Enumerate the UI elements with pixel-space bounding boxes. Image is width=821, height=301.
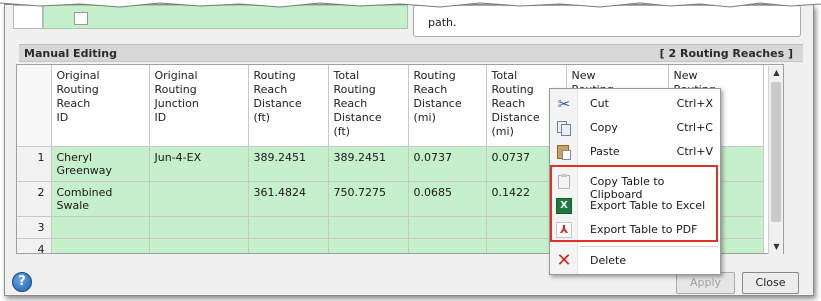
table-cell[interactable]: Combined Swale — [51, 181, 150, 217]
table-cell[interactable] — [248, 216, 329, 239]
table-cell[interactable] — [408, 216, 487, 239]
table-cell[interactable] — [328, 238, 409, 253]
menu-item-shortcut: Ctrl+X — [676, 97, 713, 110]
table-cell[interactable]: 750.7275 — [328, 181, 409, 217]
table-cell[interactable]: 0.0685 — [408, 181, 487, 217]
table-cell[interactable] — [51, 216, 150, 239]
menu-item-label: Cut — [590, 97, 609, 110]
scroll-down-arrow-icon[interactable]: ▼ — [769, 240, 784, 254]
grid-vertical-scrollbar[interactable]: ▲ ▼ — [768, 66, 783, 254]
table-cell[interactable] — [149, 181, 249, 217]
apply-button[interactable]: Apply — [676, 272, 735, 294]
grid-context-menu: ✂ Cut Ctrl+X Copy Ctrl+C Paste Ctrl+V Co… — [549, 88, 721, 275]
menu-item-label: Paste — [590, 145, 620, 158]
description-text: path. — [428, 16, 457, 29]
menu-item-shortcut: Ctrl+C — [676, 121, 713, 134]
column-header[interactable]: Total Routing Reach Distance (ft) — [328, 65, 409, 147]
column-header[interactable]: Routing Reach Distance (ft) — [248, 65, 329, 147]
column-header[interactable]: Original Routing Reach ID — [51, 65, 150, 147]
row-number: 1 — [17, 146, 52, 182]
column-header[interactable]: Original Routing Junction ID — [149, 65, 249, 147]
menu-item-copy[interactable]: Copy Ctrl+C — [550, 116, 720, 140]
table-cell[interactable]: Cheryl Greenway — [51, 146, 150, 182]
section-title: Manual Editing — [24, 47, 117, 60]
table-cell[interactable] — [408, 238, 487, 253]
torn-edge-decoration — [0, 0, 821, 8]
menu-item-paste[interactable]: Paste Ctrl+V — [550, 140, 720, 164]
menu-item-shortcut: Ctrl+V — [676, 145, 713, 158]
table-cell[interactable]: 389.2451 — [248, 146, 329, 182]
menu-item-label: Export Table to PDF — [590, 223, 698, 236]
column-header[interactable]: Routing Reach Distance (mi) — [408, 65, 487, 147]
row-number: 4 — [17, 238, 52, 253]
row-number-header — [17, 65, 52, 147]
table-cell[interactable] — [51, 238, 150, 253]
menu-item-export-to-excel[interactable]: X Export Table to Excel — [550, 194, 720, 218]
delete-x-icon: ✕ — [556, 250, 572, 271]
table-cell[interactable]: Jun-4-EX — [149, 146, 249, 182]
menu-item-label: Copy — [590, 121, 618, 134]
help-button[interactable]: ? — [12, 272, 32, 292]
menu-item-cut[interactable]: ✂ Cut Ctrl+X — [550, 92, 720, 116]
table-cell[interactable]: 389.2451 — [328, 146, 409, 182]
table-cell[interactable] — [248, 238, 329, 253]
menu-separator — [580, 166, 718, 167]
menu-item-label: Export Table to Excel — [590, 199, 706, 212]
paste-icon — [556, 144, 572, 160]
manual-editing-header: Manual Editing [ 2 Routing Reaches ] — [19, 44, 803, 62]
table-cell[interactable]: 0.0737 — [408, 146, 487, 182]
menu-separator — [580, 246, 718, 247]
row-number: 3 — [17, 216, 52, 239]
clipboard-icon — [556, 174, 572, 190]
excel-icon: X — [556, 198, 572, 214]
table-cell[interactable] — [149, 216, 249, 239]
routing-reach-count: [ 2 Routing Reaches ] — [659, 47, 793, 60]
scroll-up-arrow-icon[interactable]: ▲ — [769, 66, 784, 80]
menu-item-export-to-pdf[interactable]: ⅄ Export Table to PDF — [550, 218, 720, 242]
menu-item-copy-table-to-clipboard[interactable]: Copy Table to Clipboard — [550, 170, 720, 201]
pdf-icon: ⅄ — [556, 222, 572, 238]
menu-item-label: Delete — [590, 254, 627, 267]
row-number: 2 — [17, 181, 52, 217]
table-cell[interactable] — [149, 238, 249, 253]
scissors-icon: ✂ — [557, 95, 571, 113]
close-button[interactable]: Close — [742, 272, 799, 294]
scroll-thumb[interactable] — [771, 82, 781, 222]
table-cell[interactable]: 361.4824 — [248, 181, 329, 217]
copy-icon — [556, 120, 572, 136]
table-cell[interactable] — [328, 216, 409, 239]
menu-item-delete[interactable]: ✕ Delete — [550, 249, 720, 273]
